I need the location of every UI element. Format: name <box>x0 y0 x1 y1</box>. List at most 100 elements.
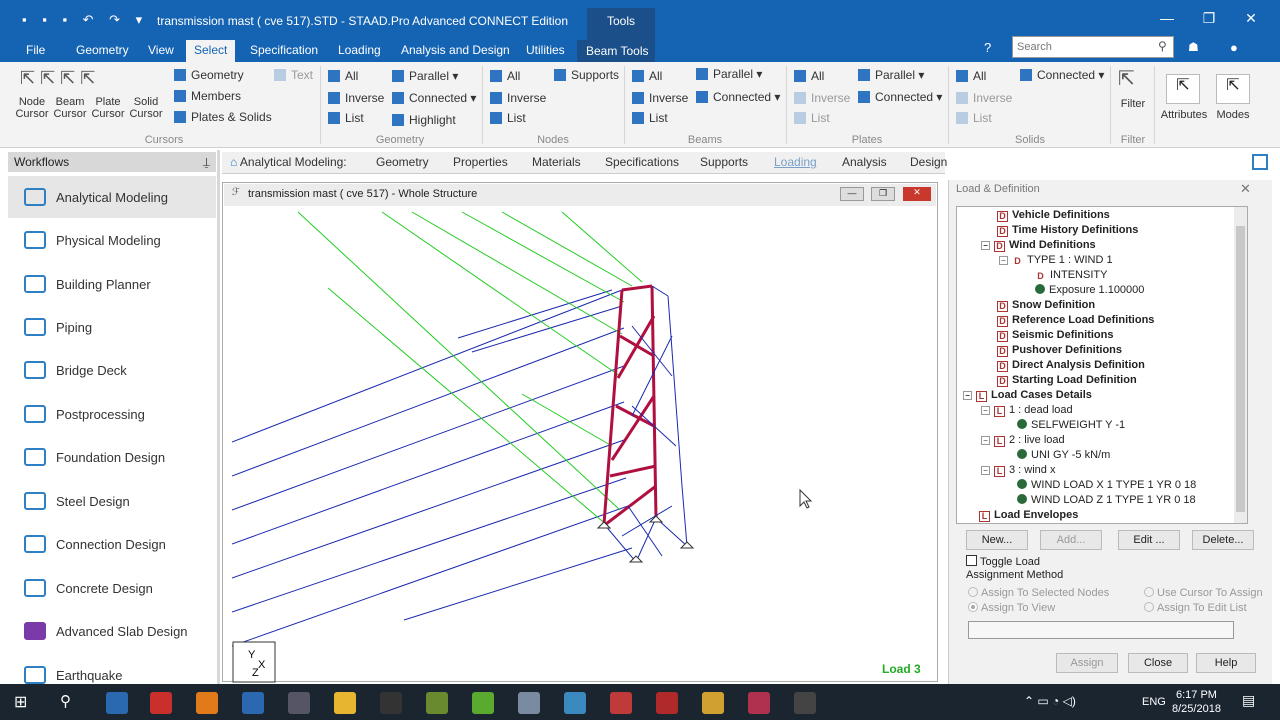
workflow-earthquake[interactable]: Earthquake <box>8 654 216 684</box>
splitter[interactable] <box>217 150 220 684</box>
nav-properties[interactable]: Properties <box>453 155 508 169</box>
workflow-postprocessing[interactable]: Postprocessing <box>8 393 216 435</box>
tab-specification[interactable]: Specification <box>242 40 326 62</box>
tree-node[interactable]: D Snow Definition <box>997 299 1095 312</box>
tab-view[interactable]: View <box>140 40 182 62</box>
user-group-icon[interactable]: ☗ <box>1188 40 1199 54</box>
search-input[interactable]: Search <box>1012 36 1174 58</box>
tray-icons[interactable]: ⌃ ▭ ◔ ◁) <box>1024 694 1076 708</box>
panel-close-icon[interactable]: ✕ <box>1240 181 1251 197</box>
assign-edit-list-radio[interactable]: Assign To Edit List <box>1144 602 1247 614</box>
view-minimize-icon[interactable]: — <box>840 187 864 201</box>
nav-loading[interactable]: Loading <box>774 155 817 169</box>
pin-icon[interactable]: ⍊ <box>203 155 210 170</box>
nav-geometry[interactable]: Geometry <box>376 155 429 169</box>
workflow-piping[interactable]: Piping <box>8 306 216 348</box>
filter-button[interactable]: Filter <box>1114 98 1152 110</box>
tab-beam-tools[interactable]: Beam Tools <box>578 41 656 63</box>
solids-list-button[interactable]: List <box>956 111 992 125</box>
nav-specifications[interactable]: Specifications <box>605 155 679 169</box>
geometry-list-button[interactable]: List <box>328 111 364 125</box>
tree-node[interactable]: − D Wind Definitions <box>981 239 1096 252</box>
app-icon[interactable] <box>748 692 770 714</box>
geometry-cursor-button[interactable]: Geometry <box>174 68 244 82</box>
panel-layout-icon[interactable] <box>1252 154 1268 170</box>
tree-node[interactable]: D Vehicle Definitions <box>997 209 1110 222</box>
beam-cursor-button[interactable]: Beam Cursor <box>52 96 88 120</box>
search-taskbar-icon[interactable]: ⚲ <box>60 692 71 710</box>
app-icon[interactable] <box>106 692 128 714</box>
plates-solids-cursor-button[interactable]: Plates & Solids <box>174 110 272 124</box>
node-cursor-button[interactable]: Node Cursor <box>14 96 50 120</box>
modes-button[interactable]: Modes <box>1212 109 1254 121</box>
file-explorer-icon[interactable] <box>334 692 356 714</box>
nodes-list-button[interactable]: List <box>490 111 526 125</box>
new-load-button[interactable]: New... <box>966 530 1028 550</box>
workflow-bridge-deck[interactable]: Bridge Deck <box>8 349 216 391</box>
workflow-connection-design[interactable]: Connection Design <box>8 523 216 565</box>
app-icon[interactable] <box>610 692 632 714</box>
tree-node[interactable]: UNI GY -5 kN/m <box>1017 449 1110 461</box>
tab-utilities[interactable]: Utilities <box>518 40 573 62</box>
edit-load-button[interactable]: Edit ... <box>1118 530 1180 550</box>
tree-node[interactable]: L Load Envelopes <box>979 509 1078 522</box>
view-close-icon[interactable]: ✕ <box>903 187 931 201</box>
plates-list-button[interactable]: List <box>794 111 830 125</box>
tab-select[interactable]: Select <box>186 40 236 62</box>
geometry-parallel-button[interactable]: Parallel ▾ <box>392 69 458 83</box>
tab-analysis-design[interactable]: Analysis and Design <box>393 40 518 62</box>
search-icon[interactable]: ⚲ <box>1158 39 1167 53</box>
app-icon[interactable] <box>196 692 218 714</box>
toggle-load-checkbox[interactable]: Toggle Load <box>966 555 1040 568</box>
geometry-inverse-button[interactable]: Inverse <box>328 91 384 105</box>
tree-node[interactable]: − L Load Cases Details <box>963 389 1092 402</box>
tab-geometry[interactable]: Geometry <box>68 40 137 62</box>
tree-node[interactable]: D INTENSITY <box>1035 269 1107 283</box>
nav-supports[interactable]: Supports <box>700 155 748 169</box>
plate-cursor-button[interactable]: Plate Cursor <box>90 96 126 120</box>
plates-all-button[interactable]: All <box>794 69 824 83</box>
beams-list-button[interactable]: List <box>632 111 668 125</box>
members-cursor-button[interactable]: Members <box>174 89 241 103</box>
tree-node[interactable]: − L 1 : dead load <box>981 404 1073 417</box>
app-icon[interactable] <box>564 692 586 714</box>
tree-node[interactable]: D Reference Load Definitions <box>997 314 1154 327</box>
beams-inverse-button[interactable]: Inverse <box>632 91 688 105</box>
beams-parallel-button[interactable]: Parallel ▾ <box>696 67 762 81</box>
beams-all-button[interactable]: All <box>632 69 662 83</box>
nav-design[interactable]: Design <box>910 155 947 169</box>
plates-parallel-button[interactable]: Parallel ▾ <box>858 68 924 82</box>
add-load-button[interactable]: Add... <box>1040 530 1102 550</box>
nav-materials[interactable]: Materials <box>532 155 581 169</box>
workflow-analytical-modeling[interactable]: Analytical Modeling <box>8 176 216 218</box>
tree-node[interactable]: D Seismic Definitions <box>997 329 1113 342</box>
solid-cursor-button[interactable]: Solid Cursor <box>128 96 164 120</box>
acrobat-icon[interactable] <box>150 692 172 714</box>
app-icon[interactable] <box>472 692 494 714</box>
attributes-button[interactable]: Attributes <box>1158 109 1210 121</box>
geometry-connected-button[interactable]: Connected ▾ <box>392 91 476 105</box>
assign-selected-nodes-radio[interactable]: Assign To Selected Nodes <box>968 587 1109 599</box>
tree-node[interactable]: D Time History Definitions <box>997 224 1138 237</box>
load-tree[interactable]: D Vehicle Definitions D Time History Defin… <box>956 206 1248 524</box>
app-icon[interactable] <box>518 692 540 714</box>
maximize-icon[interactable]: ❐ <box>1194 10 1224 32</box>
delete-load-button[interactable]: Delete... <box>1192 530 1254 550</box>
workflow-concrete-design[interactable]: Concrete Design <box>8 567 216 609</box>
tree-node[interactable]: WIND LOAD Z 1 TYPE 1 YR 0 18 <box>1017 494 1196 506</box>
app-icon[interactable] <box>242 692 264 714</box>
tree-node[interactable]: − D TYPE 1 : WIND 1 <box>999 254 1113 268</box>
notification-icon[interactable]: ▤ <box>1242 692 1255 709</box>
tree-node[interactable]: Exposure 1.100000 <box>1035 284 1144 296</box>
app-icon[interactable] <box>656 692 678 714</box>
use-cursor-assign-radio[interactable]: Use Cursor To Assign <box>1144 587 1263 599</box>
beams-connected-button[interactable]: Connected ▾ <box>696 90 780 104</box>
plates-connected-button[interactable]: Connected ▾ <box>858 90 942 104</box>
language-indicator[interactable]: ENG <box>1142 696 1166 708</box>
tools-context-tab[interactable]: Tools <box>587 8 655 40</box>
tab-file[interactable]: File <box>18 40 53 62</box>
workflow-steel-design[interactable]: Steel Design <box>8 480 216 522</box>
assign-list-field[interactable] <box>968 621 1234 639</box>
minimize-icon[interactable]: — <box>1152 10 1182 32</box>
workflow-building-planner[interactable]: Building Planner <box>8 263 216 305</box>
